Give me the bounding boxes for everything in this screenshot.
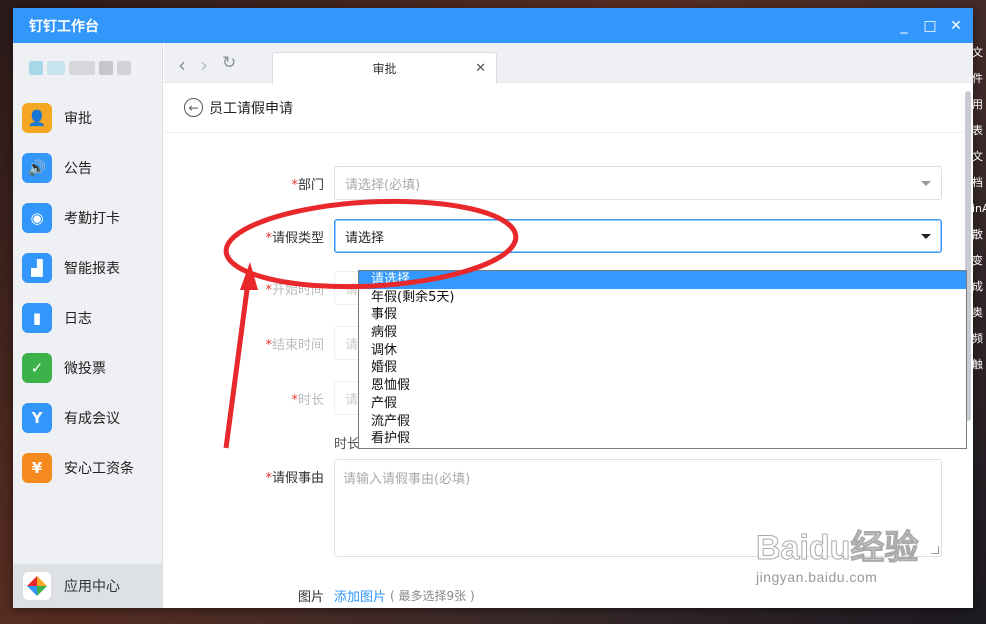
meeting-icon: Y xyxy=(22,403,52,433)
maximize-button[interactable]: □ xyxy=(917,13,943,39)
app-center-label: 应用中心 xyxy=(64,579,120,595)
department-label: *部门 xyxy=(291,177,324,193)
blurred-name xyxy=(69,61,95,75)
desktop-background-text: 文件 用表 文档 inA 散变成奥频触 xyxy=(972,46,986,371)
sidebar-item-4[interactable]: ▮ 日志 xyxy=(13,293,162,343)
resize-grip-icon[interactable] xyxy=(931,546,939,554)
duration-label: *时长 xyxy=(291,392,324,408)
end-time-label: *结束时间 xyxy=(265,337,324,353)
sidebar-item-label: 有成会议 xyxy=(64,411,120,427)
chevron-down-icon xyxy=(921,181,931,186)
baidu-watermark: Baidu经验 jingyan.baidu.com xyxy=(755,520,919,586)
back-arrow-icon[interactable]: ‹ xyxy=(178,53,186,77)
chevron-down-icon xyxy=(921,234,931,239)
reason-placeholder: 请输入请假事由(必填) xyxy=(343,472,471,487)
image-row: 图片 添加图片 ( 最多选择9张 ) xyxy=(164,586,475,605)
sidebar-item-label: 审批 xyxy=(64,111,92,127)
tab-bar: ‹ › ↻ 审批 ✕ xyxy=(164,43,973,84)
book-icon: ▮ xyxy=(22,303,52,333)
chart-icon: ▟ xyxy=(22,253,52,283)
department-select[interactable]: 请选择(必填) xyxy=(334,166,942,200)
window-title: 钉钉工作台 xyxy=(29,18,99,35)
sidebar-item-label: 考勤打卡 xyxy=(64,211,120,227)
leave-type-dropdown[interactable]: 请选择 年假(剩余5天) 事假 病假 调休 婚假 恩恤假 产假 流产假 看护假 xyxy=(358,270,967,449)
tab-approval[interactable]: 审批 ✕ xyxy=(272,52,497,84)
dropdown-option[interactable]: 事假 xyxy=(359,306,966,324)
title-bar: 钉钉工作台 _ □ ✕ xyxy=(13,8,973,43)
dropdown-option[interactable]: 调休 xyxy=(359,342,966,360)
minimize-button[interactable]: _ xyxy=(891,13,917,39)
sidebar-item-7[interactable]: ¥ 安心工资条 xyxy=(13,443,162,493)
refresh-icon[interactable]: ↻ xyxy=(222,53,236,77)
sidebar-item-1[interactable]: 🔊 公告 xyxy=(13,143,162,193)
dropdown-option[interactable]: 婚假 xyxy=(359,359,966,377)
leave-type-label: *请假类型 xyxy=(265,230,324,246)
vote-icon: ✓ xyxy=(22,353,52,383)
add-image-link[interactable]: 添加图片 xyxy=(334,586,386,605)
end-time-placeholder: 请 xyxy=(345,337,359,353)
duration-placeholder: 请 xyxy=(345,392,359,408)
department-placeholder: 请选择(必填) xyxy=(345,177,421,193)
dropdown-option[interactable]: 病假 xyxy=(359,324,966,342)
leave-type-value: 请选择 xyxy=(345,230,385,246)
blurred-name xyxy=(117,61,131,75)
profile-blurred[interactable] xyxy=(13,43,162,93)
image-limit-note: ( 最多选择9张 ) xyxy=(390,589,475,603)
dropdown-option[interactable]: 流产假 xyxy=(359,413,966,431)
forward-arrow-icon[interactable]: › xyxy=(200,53,208,77)
image-label: 图片 xyxy=(297,590,324,605)
close-button[interactable]: ✕ xyxy=(943,13,969,39)
sidebar-item-6[interactable]: Y 有成会议 xyxy=(13,393,162,443)
blurred-name xyxy=(47,61,65,75)
sidebar-item-label: 安心工资条 xyxy=(64,461,134,477)
app-center-button[interactable]: 应用中心 xyxy=(13,564,162,608)
sidebar-item-label: 日志 xyxy=(64,311,92,327)
dropdown-option[interactable]: 恩恤假 xyxy=(359,377,966,395)
back-circle-icon[interactable]: ← xyxy=(184,98,203,117)
tab-label: 审批 xyxy=(372,62,397,76)
dropdown-option[interactable]: 看护假 xyxy=(359,430,966,448)
dropdown-option[interactable]: 产假 xyxy=(359,395,966,413)
leave-type-row: *请假类型 请选择 xyxy=(164,219,942,253)
sidebar-item-3[interactable]: ▟ 智能报表 xyxy=(13,243,162,293)
avatar xyxy=(29,61,43,75)
location-icon: ◉ xyxy=(22,203,52,233)
start-time-label: *开始时间 xyxy=(265,282,324,298)
dropdown-option[interactable]: 请选择 xyxy=(359,271,966,289)
sidebar-item-label: 微投票 xyxy=(64,361,106,377)
sidebar: 👤 审批 🔊 公告 ◉ 考勤打卡 ▟ 智能报表 ▮ 日志 ✓ 微投票 Y 有成会议 ¥ 安心工资条 应用中心 xyxy=(13,43,163,608)
speaker-icon: 🔊 xyxy=(22,153,52,183)
duration-hint: 时长 xyxy=(334,437,361,452)
sidebar-item-0[interactable]: 👤 审批 xyxy=(13,93,162,143)
leave-type-select[interactable]: 请选择 xyxy=(334,219,942,253)
department-row: *部门 请选择(必填) xyxy=(164,166,942,200)
watermark-url: jingyan.baidu.com xyxy=(756,569,878,585)
app-center-icon xyxy=(22,571,52,601)
watermark-logo: Baidu经验 xyxy=(755,529,919,568)
page-title: 员工请假申请 xyxy=(209,100,293,117)
sidebar-item-label: 公告 xyxy=(64,161,92,177)
payslip-icon: ¥ xyxy=(22,453,52,483)
reason-label: *请假事由 xyxy=(265,471,324,486)
dingtalk-window: 钉钉工作台 _ □ ✕ 👤 审批 🔊 公告 ◉ 考勤打卡 ▟ 智能报表 ▮ 日志 ✓ 微投票 Y 有成会议… xyxy=(13,8,973,608)
blurred-name xyxy=(99,61,113,75)
dropdown-option[interactable]: 年假(剩余5天) xyxy=(359,289,966,307)
start-time-placeholder: 请 xyxy=(345,282,359,298)
page-header: ← 员工请假申请 xyxy=(164,83,973,133)
sidebar-item-label: 智能报表 xyxy=(64,261,120,277)
user-icon: 👤 xyxy=(22,103,52,133)
sidebar-item-5[interactable]: ✓ 微投票 xyxy=(13,343,162,393)
tab-close-icon[interactable]: ✕ xyxy=(475,61,486,76)
sidebar-item-2[interactable]: ◉ 考勤打卡 xyxy=(13,193,162,243)
